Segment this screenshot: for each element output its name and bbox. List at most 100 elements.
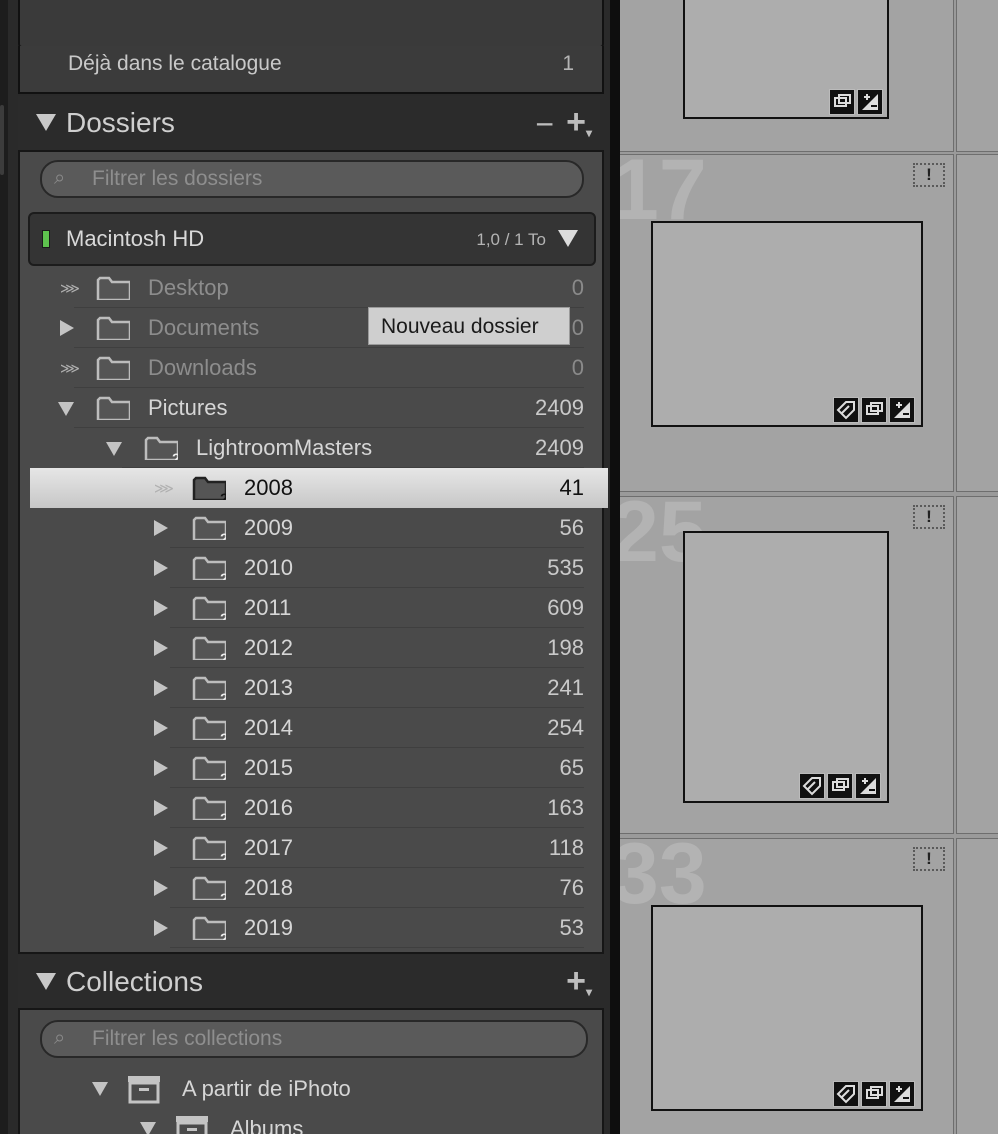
missing-folder-icon: ? [192,716,226,740]
folder-row[interactable]: ? 2009 56 [30,508,608,548]
develop-badge-icon[interactable] [855,773,881,799]
warning-icon[interactable]: ! [913,847,945,871]
disclosure-closed-icon[interactable] [60,320,74,336]
missing-folder-icon: ? [192,796,226,820]
folder-row[interactable]: ? 2011 609 [30,588,608,628]
volume-menu-icon[interactable] [558,230,578,247]
disclosure-empty-icon[interactable]: ⋙ [154,480,174,496]
svg-text:?: ? [220,530,226,540]
collection-badge-icon[interactable] [861,397,887,423]
grid-cell[interactable]: 33 ! [620,831,954,1134]
develop-badge-icon[interactable] [889,397,915,423]
collections-filter-input[interactable] [90,1024,564,1054]
collection-set-row[interactable]: Albums [30,1108,608,1134]
collections-header[interactable]: Collections +▾ [18,955,600,1011]
folders-header[interactable]: Dossiers − +▾ [18,96,600,152]
folder-row[interactable]: ? 2015 65 [30,748,608,788]
disclosure-empty-icon[interactable]: ⋙ [60,360,80,376]
folders-filter-input[interactable] [90,164,564,194]
missing-folder-icon: ? [192,476,226,500]
left-panel: Déjà dans le catalogue 1 Dossiers − +▾ ⌕… [8,0,610,1134]
disclosure-closed-icon[interactable] [154,760,168,776]
folder-count: 241 [547,675,584,700]
folder-row[interactable]: Pictures 2409 [30,388,608,428]
collapse-triangle-icon[interactable] [36,973,56,990]
collapse-triangle-icon[interactable] [36,114,56,131]
collection-badge-icon[interactable] [827,773,853,799]
folder-row[interactable]: ⋙? 2008 41 [30,468,608,508]
disclosure-closed-icon[interactable] [154,920,168,936]
disclosure-closed-icon[interactable] [154,520,168,536]
folder-row[interactable]: ? 2013 241 [30,668,608,708]
add-folder-button[interactable]: +▾ [566,105,592,146]
develop-badge-icon[interactable] [889,1081,915,1107]
disclosure-closed-icon[interactable] [154,600,168,616]
folder-name: Downloads [148,355,257,380]
missing-folder-icon: ? [144,436,178,460]
grid-cell[interactable]: 25 ! [620,489,954,834]
disclosure-closed-icon[interactable] [154,560,168,576]
keyword-tag-icon[interactable] [833,1081,859,1107]
photo-thumbnail[interactable] [683,531,889,803]
collection-set-icon [176,1116,208,1134]
folder-name: 2019 [244,915,293,940]
disclosure-closed-icon[interactable] [154,640,168,656]
disclosure-open-icon[interactable] [58,402,74,416]
grid-cell[interactable] [956,0,998,152]
grid-cell[interactable] [956,496,998,834]
grid-cell[interactable] [956,154,998,492]
folder-count: 0 [571,275,584,300]
folder-row[interactable]: ? 2019 53 [30,908,608,948]
disclosure-closed-icon[interactable] [154,800,168,816]
disclosure-empty-icon[interactable]: ⋙ [60,280,80,296]
folder-row[interactable]: ? 2016 163 [30,788,608,828]
disclosure-closed-icon[interactable] [154,720,168,736]
disclosure-closed-icon[interactable] [154,680,168,696]
badge-group [829,89,883,115]
grid-cell[interactable]: 17 ! [620,147,954,492]
scroll-knob[interactable] [0,105,4,175]
previous-section-box [18,0,604,48]
folder-row[interactable]: ? 2014 254 [30,708,608,748]
folder-row[interactable]: ? 2012 198 [30,628,608,668]
already-count: 1 [562,52,574,75]
add-collection-button[interactable]: +▾ [566,964,592,1005]
collection-set-row[interactable]: A partir de iPhoto [30,1068,608,1108]
warning-icon[interactable]: ! [913,163,945,187]
folder-row[interactable]: ⋙ Downloads 0 [30,348,608,388]
folder-row[interactable]: ? 2010 535 [30,548,608,588]
keyword-tag-icon[interactable] [833,397,859,423]
folder-row[interactable]: ⋙ Desktop 0 [30,268,608,308]
disclosure-closed-icon[interactable] [154,880,168,896]
disclosure-closed-icon[interactable] [154,840,168,856]
folder-name: 2015 [244,755,293,780]
folders-filter[interactable]: ⌕ [40,160,584,198]
already-in-catalog-row[interactable]: Déjà dans le catalogue 1 [18,46,604,94]
remove-folder-button[interactable]: − [535,108,554,140]
missing-folder-icon: ? [192,636,226,660]
disclosure-open-icon[interactable] [92,1082,108,1096]
warning-icon[interactable]: ! [913,505,945,529]
folder-row[interactable]: ? 2017 118 [30,828,608,868]
develop-badge-icon[interactable] [857,89,883,115]
row-divider [170,947,584,948]
volume-header[interactable]: Macintosh HD 1,0 / 1 To [28,212,596,266]
photo-grid: 17 ! 25 ! 33 ! [620,0,998,1134]
collections-filter[interactable]: ⌕ [40,1020,588,1058]
disclosure-open-icon[interactable] [106,442,122,456]
svg-text:?: ? [172,450,178,460]
grid-cell[interactable] [620,0,954,152]
folder-row[interactable]: ? LightroomMasters 2409 [30,428,608,468]
folder-count: 118 [548,835,584,860]
keyword-tag-icon[interactable] [799,773,825,799]
grid-cell[interactable] [956,838,998,1134]
folder-row[interactable]: ? 2018 76 [30,868,608,908]
folder-count: 0 [571,355,584,380]
svg-text:?: ? [220,490,226,500]
collection-name: Albums [230,1116,304,1134]
collection-badge-icon[interactable] [829,89,855,115]
collection-badge-icon[interactable] [861,1081,887,1107]
collection-name: A partir de iPhoto [182,1076,351,1101]
disclosure-open-icon[interactable] [140,1122,156,1134]
missing-folder-icon: ? [192,876,226,900]
